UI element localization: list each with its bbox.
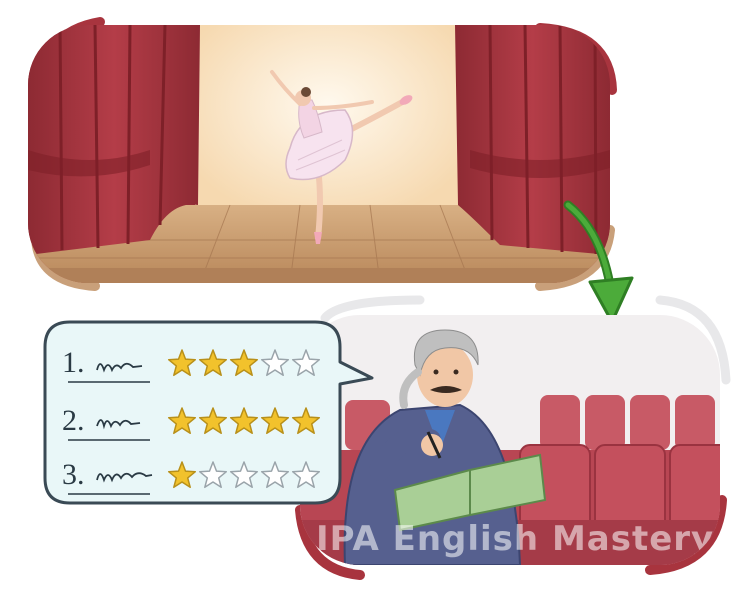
watermark: IPA English Mastery — [316, 519, 714, 559]
speech-bubble: 1. 2. 3. — [43, 320, 374, 505]
rating-number: 2. — [62, 404, 85, 437]
stage-edge — [28, 268, 610, 283]
audience-scene: IPA English Mastery — [295, 295, 731, 580]
stage-scene — [28, 17, 617, 291]
illustration: IPA English Mastery 1. 2. 3. — [28, 17, 731, 580]
rating-number: 3. — [62, 458, 85, 491]
rating-number: 1. — [62, 346, 85, 379]
